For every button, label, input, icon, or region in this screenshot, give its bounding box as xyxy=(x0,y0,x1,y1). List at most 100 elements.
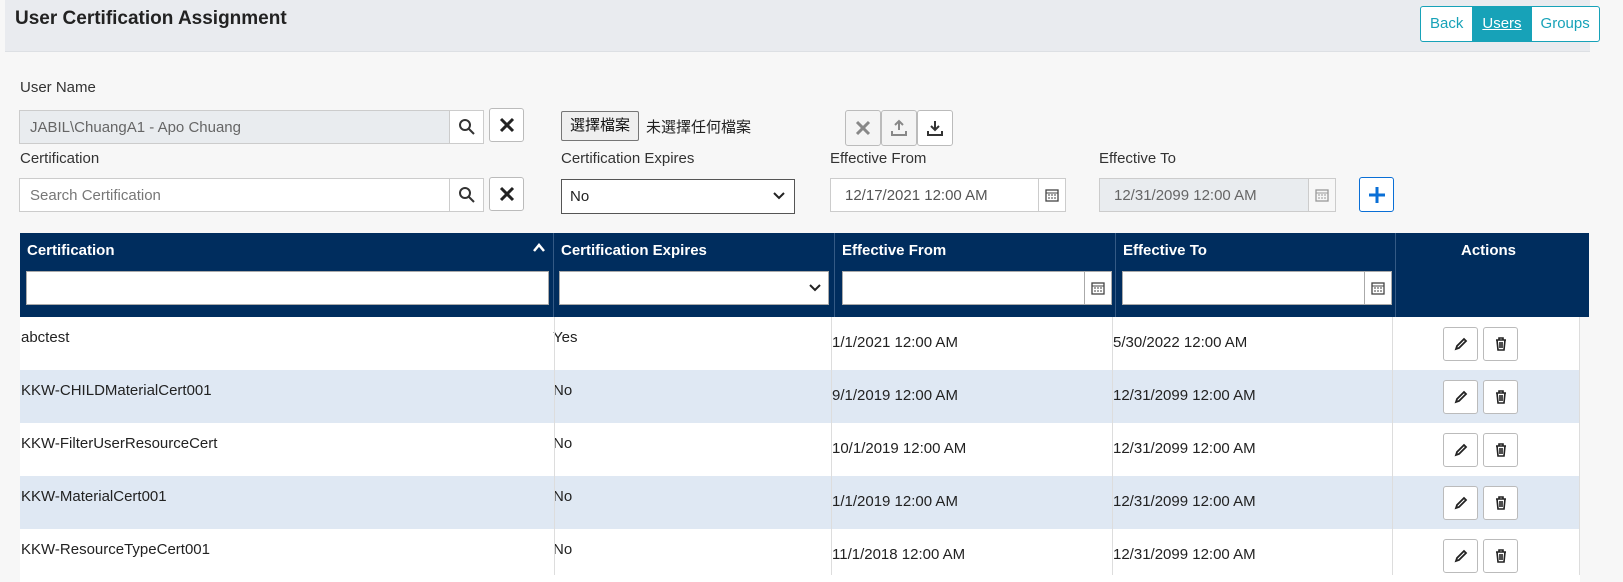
cell-expires: No xyxy=(553,382,573,399)
pencil-icon xyxy=(1454,390,1467,404)
user-search-button[interactable] xyxy=(449,110,484,144)
edit-button[interactable] xyxy=(1443,380,1478,414)
effective-to-calendar-button[interactable] xyxy=(1308,178,1336,212)
calendar-icon xyxy=(1371,282,1385,295)
certification-filter-input[interactable] xyxy=(26,271,549,305)
calendar-icon xyxy=(1315,189,1329,202)
search-icon xyxy=(458,187,475,203)
trash-icon xyxy=(1495,337,1506,351)
file-status: 未選擇任何檔案 xyxy=(646,119,752,136)
cell-certification: KKW-MaterialCert001 xyxy=(21,488,167,505)
page-header: User Certification Assignment Back Users… xyxy=(5,0,1600,52)
close-icon xyxy=(855,120,871,136)
close-icon xyxy=(499,117,514,133)
cell-certification: KKW-ResourceTypeCert001 xyxy=(21,541,210,558)
certification-search-input[interactable] xyxy=(19,178,450,212)
user-name-field[interactable] xyxy=(19,110,450,144)
cell-effective-to: 12/31/2099 12:00 AM xyxy=(1113,387,1256,404)
column-divider xyxy=(1112,317,1113,575)
effective-from-label: Effective From xyxy=(830,150,927,167)
effective-from-filter-calendar[interactable] xyxy=(1084,271,1112,305)
cell-effective-from: 1/1/2019 12:00 AM xyxy=(832,493,958,510)
column-actions-label: Actions xyxy=(1461,242,1517,259)
delete-button[interactable] xyxy=(1483,486,1518,520)
cell-expires: No xyxy=(553,488,573,505)
edit-button[interactable] xyxy=(1443,327,1478,361)
effective-from-calendar-button[interactable] xyxy=(1038,178,1066,212)
sort-ascending-icon xyxy=(532,241,546,259)
cell-effective-to: 5/30/2022 12:00 AM xyxy=(1113,334,1248,351)
column-divider xyxy=(831,317,832,575)
upload-button[interactable] xyxy=(881,110,917,146)
cell-certification: KKW-CHILDMaterialCert001 xyxy=(21,382,212,399)
back-button[interactable]: Back xyxy=(1421,7,1474,41)
column-effective-to[interactable]: Effective To xyxy=(1116,233,1396,317)
cell-expires: Yes xyxy=(553,329,578,346)
effective-from-input[interactable] xyxy=(830,178,1039,212)
download-icon xyxy=(927,121,943,136)
column-expires[interactable]: Certification Expires xyxy=(554,233,835,317)
calendar-icon xyxy=(1091,282,1105,295)
cell-certification: abctest xyxy=(21,329,70,346)
column-divider xyxy=(1579,317,1580,575)
column-divider xyxy=(554,317,555,575)
delete-button[interactable] xyxy=(1483,327,1518,361)
cell-expires: No xyxy=(553,541,573,558)
cell-effective-from: 10/1/2019 12:00 AM xyxy=(832,440,967,457)
effective-from-filter-input[interactable] xyxy=(842,271,1085,305)
certification-label: Certification xyxy=(20,150,100,167)
upload-icon xyxy=(891,119,907,136)
expires-select[interactable]: No xyxy=(561,179,795,214)
edit-button[interactable] xyxy=(1443,433,1478,467)
file-clear-button[interactable] xyxy=(845,110,881,146)
column-actions: Actions xyxy=(1396,233,1589,317)
trash-icon xyxy=(1495,443,1506,457)
certification-clear-button[interactable] xyxy=(489,177,524,211)
cell-effective-from: 11/1/2018 12:00 AM xyxy=(832,546,966,563)
download-button[interactable] xyxy=(917,110,953,146)
delete-button[interactable] xyxy=(1483,539,1518,573)
table-row: KKW-CHILDMaterialCert001 No 9/1/2019 12:… xyxy=(20,370,1580,423)
edit-button[interactable] xyxy=(1443,539,1478,573)
page-title: User Certification Assignment xyxy=(15,8,287,29)
trash-icon xyxy=(1495,549,1506,563)
cell-expires: No xyxy=(553,435,573,452)
edit-button[interactable] xyxy=(1443,486,1478,520)
trash-icon xyxy=(1495,390,1506,404)
plus-icon xyxy=(1368,186,1385,203)
pencil-icon xyxy=(1454,496,1467,510)
close-icon xyxy=(499,186,514,202)
user-name-label: User Name xyxy=(20,79,96,96)
table-row: KKW-MaterialCert001 No 1/1/2019 12:00 AM… xyxy=(20,476,1580,529)
pencil-icon xyxy=(1454,549,1467,563)
effective-to-label: Effective To xyxy=(1099,150,1176,167)
effective-to-filter-calendar[interactable] xyxy=(1364,271,1392,305)
cell-effective-to: 12/31/2099 12:00 AM xyxy=(1113,493,1256,510)
expires-select-value: No xyxy=(570,188,590,205)
users-button[interactable]: Users xyxy=(1473,7,1532,41)
groups-button[interactable]: Groups xyxy=(1532,7,1599,41)
table-row: abctest Yes 1/1/2021 12:00 AM 5/30/2022 … xyxy=(20,317,1580,370)
effective-to-input[interactable] xyxy=(1099,178,1309,212)
choose-file-button[interactable]: 選擇檔案 xyxy=(561,111,640,141)
delete-button[interactable] xyxy=(1483,380,1518,414)
search-icon xyxy=(458,119,475,135)
cell-effective-from: 1/1/2021 12:00 AM xyxy=(832,334,958,351)
column-effective-from-label: Effective From xyxy=(842,242,947,259)
cell-certification: KKW-FilterUserResourceCert xyxy=(21,435,218,452)
calendar-icon xyxy=(1045,189,1059,202)
chevron-down-icon xyxy=(772,180,786,225)
cell-effective-to: 12/31/2099 12:00 AM xyxy=(1113,546,1256,563)
expires-filter-select[interactable] xyxy=(559,271,829,305)
table-row: KKW-ResourceTypeCert001 No 11/1/2018 12:… xyxy=(20,529,1580,582)
user-clear-button[interactable] xyxy=(489,108,524,142)
add-certification-button[interactable] xyxy=(1359,177,1394,212)
delete-button[interactable] xyxy=(1483,433,1518,467)
column-certification-label: Certification xyxy=(27,242,115,259)
certification-search-button[interactable] xyxy=(449,178,484,212)
trash-icon xyxy=(1495,496,1506,510)
pencil-icon xyxy=(1454,337,1467,351)
effective-to-filter-input[interactable] xyxy=(1122,271,1365,305)
column-certification[interactable]: Certification xyxy=(20,233,554,317)
column-effective-from[interactable]: Effective From xyxy=(835,233,1116,317)
